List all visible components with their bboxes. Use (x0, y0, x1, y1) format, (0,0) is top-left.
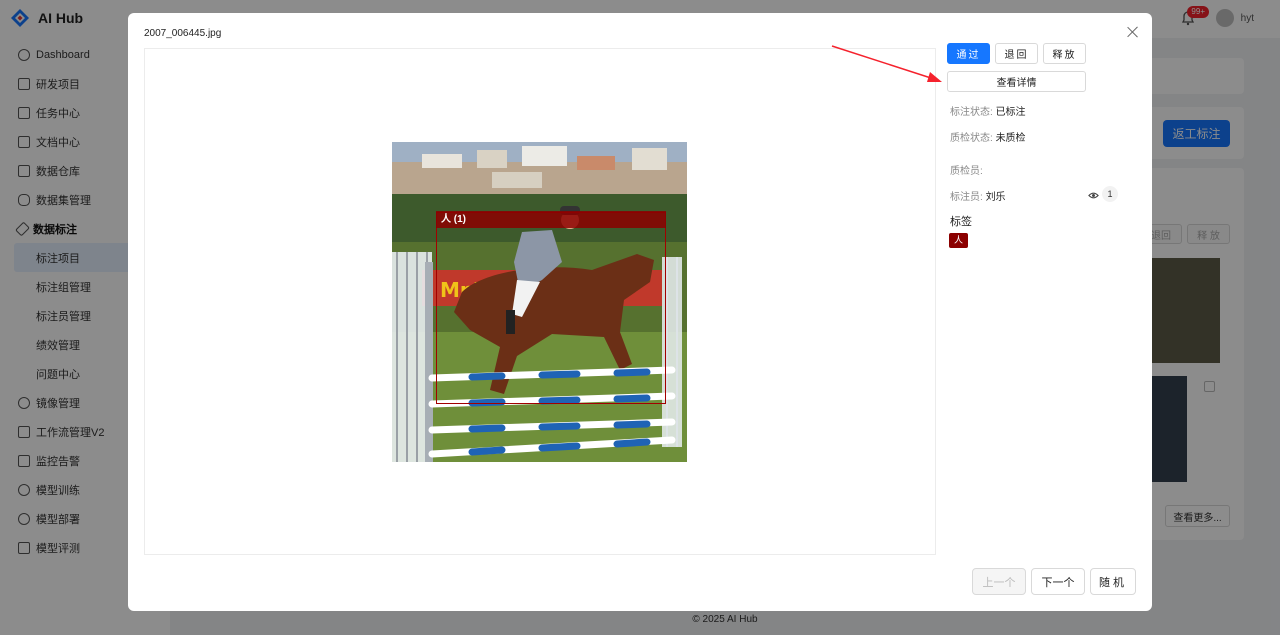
annotator-key: 标注员: (950, 192, 983, 203)
image-review-modal: 2007_006445.jpg Mr.VIP (128, 13, 1152, 611)
qc-status-value: 未质检 (995, 133, 1026, 144)
tags-heading: 标签 (950, 216, 972, 228)
qc-status-key: 质检状态: (950, 133, 993, 144)
annotator-row: 标注员: 刘乐 (950, 188, 1006, 203)
release-button[interactable]: 释放 (1043, 43, 1086, 64)
annotation-status-value: 已标注 (995, 107, 1026, 118)
annotation-status-row: 标注状态: 已标注 (950, 103, 1026, 118)
label-tag[interactable]: 人 (949, 233, 969, 248)
eye-icon[interactable] (1088, 190, 1099, 201)
view-details-button[interactable]: 查看详情 (947, 71, 1086, 92)
view-count: 1 (1102, 186, 1118, 202)
annotation-status-key: 标注状态: (950, 107, 993, 118)
next-button[interactable]: 下一个 (1031, 568, 1085, 595)
close-icon[interactable] (1126, 25, 1140, 39)
bounding-box[interactable] (436, 212, 666, 404)
annotator-value: 刘乐 (985, 192, 1006, 203)
image-viewer[interactable]: Mr.VIP (144, 48, 936, 555)
annotated-photo: Mr.VIP (392, 142, 687, 462)
qc-status-row: 质检状态: 未质检 (950, 129, 1026, 144)
bounding-box-label: 人 (1) (436, 211, 666, 228)
qc-person-row: 质检员: (950, 162, 983, 177)
random-button[interactable]: 随机 (1090, 568, 1136, 595)
qc-person-key: 质检员: (950, 166, 983, 177)
pass-button[interactable]: 通过 (947, 43, 990, 64)
prev-button[interactable]: 上一个 (972, 568, 1026, 595)
return-button[interactable]: 退回 (995, 43, 1038, 64)
modal-title: 2007_006445.jpg (144, 28, 222, 39)
